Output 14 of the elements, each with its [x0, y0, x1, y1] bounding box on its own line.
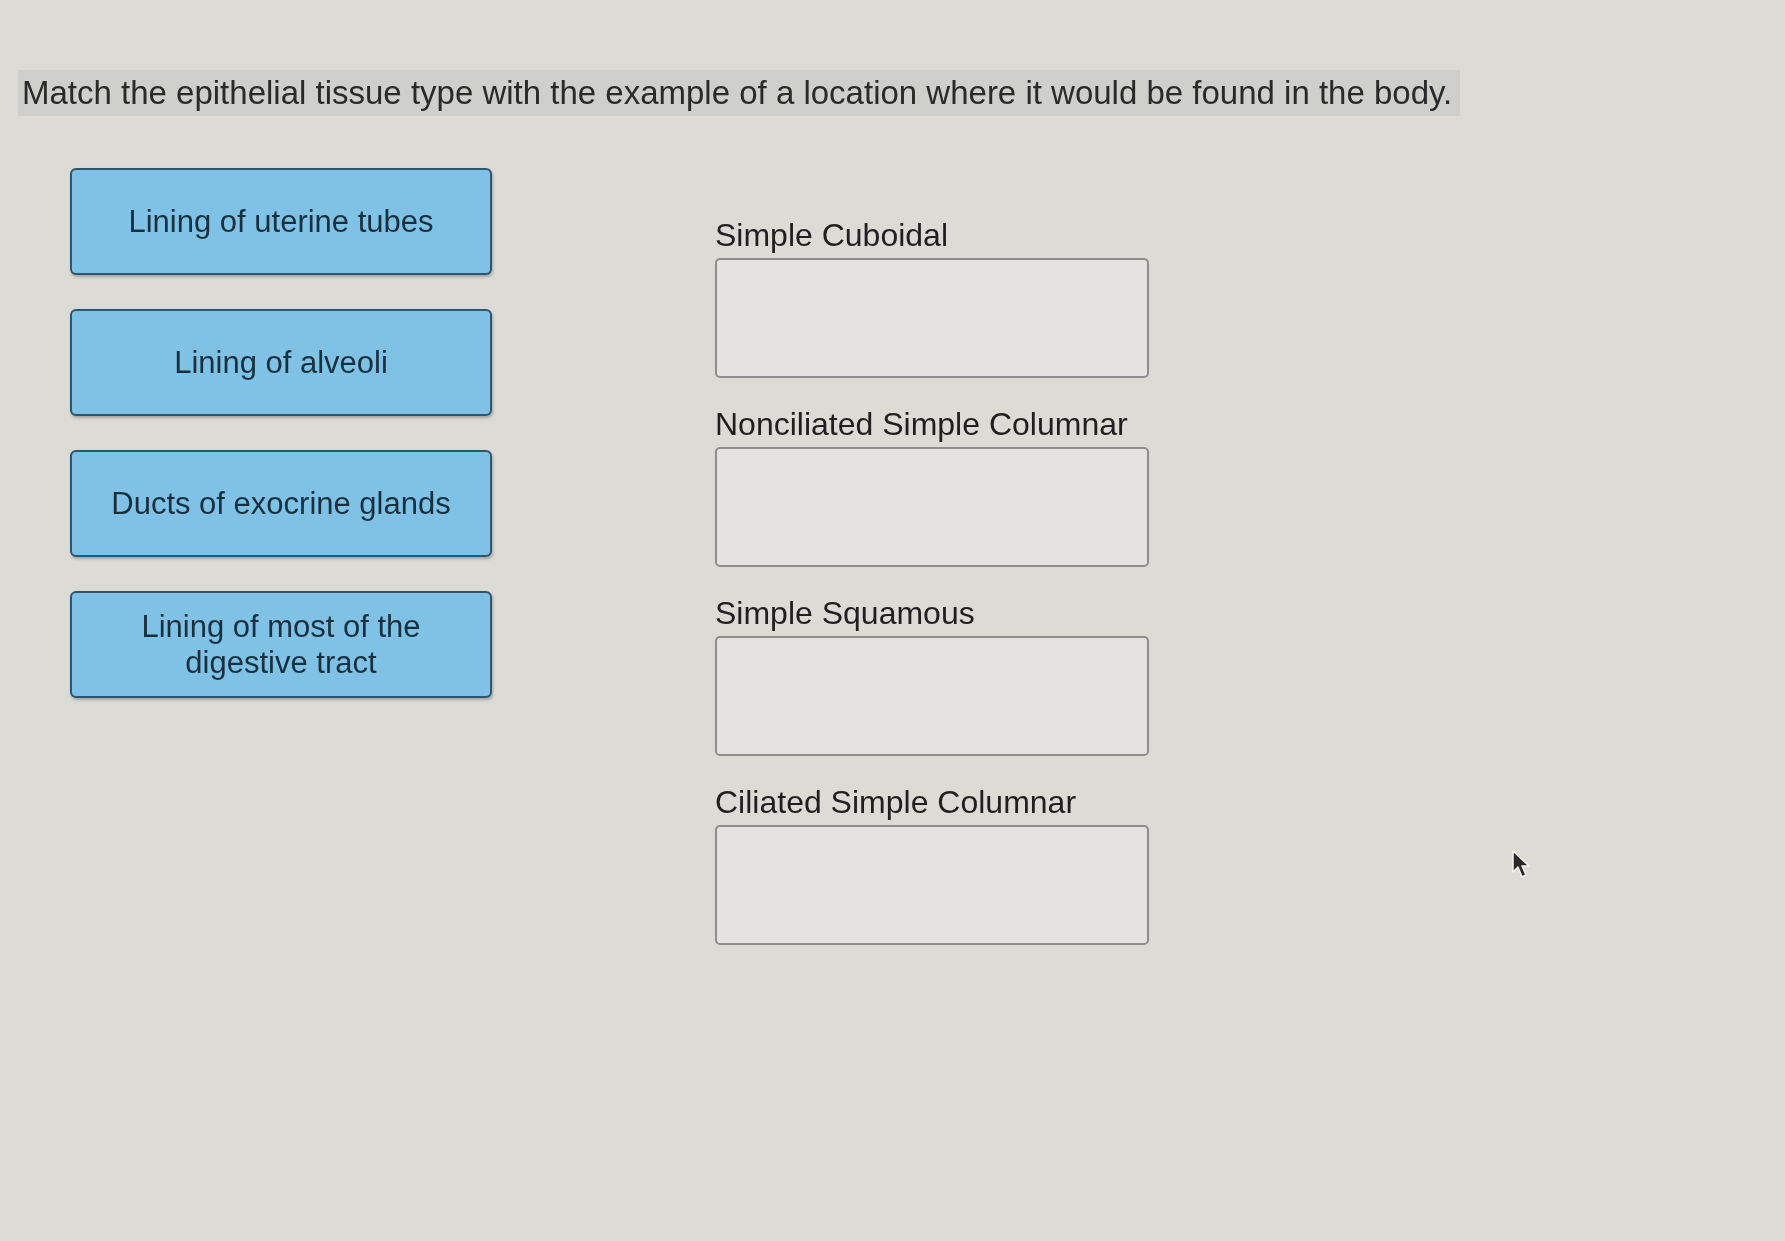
draggable-choice-card[interactable]: Lining of most of the digestive tract: [70, 591, 492, 698]
answer-box[interactable]: [715, 636, 1149, 756]
tissue-type-label: Simple Squamous: [715, 594, 975, 632]
draggable-choice-card[interactable]: Ducts of exocrine glands: [70, 450, 492, 557]
answer-box[interactable]: [715, 258, 1149, 378]
draggable-choice-card[interactable]: Lining of alveoli: [70, 309, 492, 416]
answer-box[interactable]: [715, 825, 1149, 945]
tissue-type-label: Nonciliated Simple Columnar: [715, 405, 1128, 443]
tissue-type-label: Simple Cuboidal: [715, 216, 948, 254]
instruction-text: Match the epithelial tissue type with the example of a location where it would be found in the body.: [18, 70, 1461, 116]
answer-box[interactable]: [715, 447, 1149, 567]
tissue-type-label: Ciliated Simple Columnar: [715, 783, 1077, 821]
draggable-choice-card[interactable]: Lining of uterine tubes: [70, 168, 492, 275]
mouse-pointer-icon: [1512, 850, 1532, 878]
